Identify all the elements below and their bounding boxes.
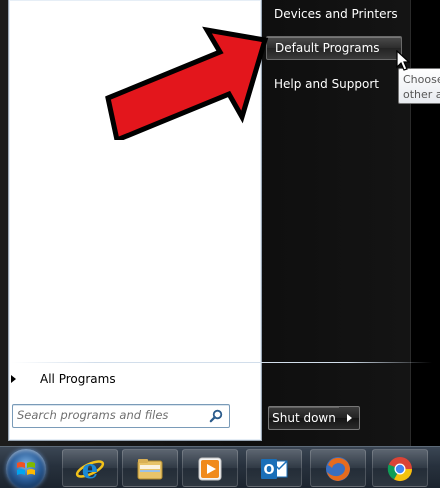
red-arrow-annotation [105, 26, 269, 140]
folder-icon [137, 459, 163, 480]
triangle-right-icon [346, 414, 352, 422]
default-programs-label: Default Programs [275, 41, 380, 55]
devices-and-printers-label: Devices and Printers [274, 7, 398, 21]
tooltip-line-1: Choose [403, 73, 440, 86]
taskbar-chrome[interactable] [372, 449, 428, 487]
svg-text:O: O [263, 463, 274, 478]
shut-down-label: Shut down [272, 411, 336, 425]
tooltip: Choose other a [398, 68, 440, 104]
devices-and-printers-item[interactable]: Devices and Printers [266, 2, 402, 26]
tooltip-line-2: other a [403, 88, 440, 101]
media-player-icon [198, 457, 222, 481]
svg-text:e: e [82, 455, 99, 484]
shut-down-button[interactable]: Shut down [268, 406, 340, 430]
mouse-cursor-icon [396, 50, 410, 71]
taskbar-firefox[interactable] [310, 449, 366, 487]
outlook-icon: O [261, 459, 288, 479]
search-input[interactable] [17, 407, 203, 423]
firefox-icon [326, 457, 350, 481]
shut-down-options-button[interactable] [339, 406, 360, 430]
chrome-icon [387, 457, 412, 482]
help-and-support-label: Help and Support [274, 77, 379, 91]
windows-logo-icon [17, 462, 35, 475]
all-programs-button[interactable]: All Programs [10, 368, 240, 390]
search-icon[interactable] [209, 409, 223, 423]
all-programs-label: All Programs [40, 372, 116, 386]
default-programs-item[interactable]: Default Programs [266, 36, 402, 60]
start-button[interactable] [6, 449, 46, 488]
taskbar-outlook[interactable]: O [246, 449, 302, 487]
taskbar-internet-explorer[interactable]: e [62, 449, 118, 487]
search-box[interactable] [12, 404, 230, 428]
help-and-support-item[interactable]: Help and Support [266, 72, 402, 96]
internet-explorer-icon: e [75, 455, 105, 484]
left-pane-divider [12, 362, 432, 363]
taskbar-windows-explorer[interactable] [122, 449, 178, 487]
triangle-right-icon [11, 375, 16, 383]
taskbar-media-player[interactable] [182, 449, 238, 487]
